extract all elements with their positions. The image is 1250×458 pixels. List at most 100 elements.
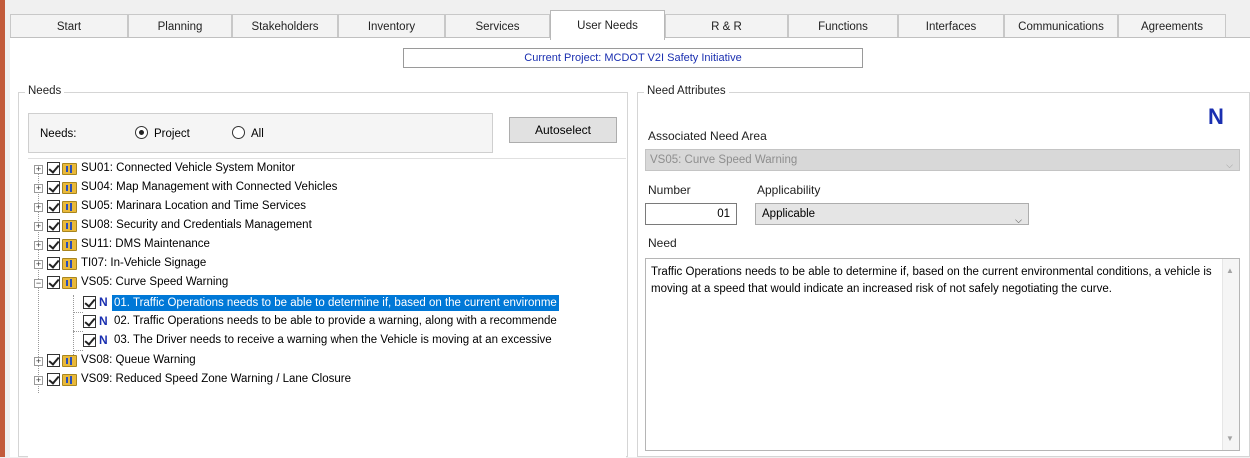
needs-tree[interactable]: + SU01: Connected Vehicle System Monitor… <box>28 158 626 458</box>
tab-stakeholders[interactable]: Stakeholders <box>232 14 338 38</box>
node-checkbox[interactable] <box>47 162 60 175</box>
tab-label: Planning <box>157 20 203 33</box>
tree-node[interactable]: − VS05: Curve Speed Warning <box>28 275 626 293</box>
node-checkbox[interactable] <box>47 181 60 194</box>
scroll-up-icon[interactable]: ▲ <box>1226 262 1234 279</box>
autoselect-button[interactable]: Autoselect <box>509 117 617 143</box>
tree-node-label: SU08: Security and Credentials Managemen… <box>81 219 312 231</box>
tab-agreements[interactable]: Agreements <box>1118 14 1226 38</box>
expand-plus-icon[interactable]: + <box>34 376 43 385</box>
tab-label: Communications <box>1018 20 1104 33</box>
number-field[interactable]: 01 <box>645 203 737 225</box>
current-project-text: Current Project: MCDOT V2I Safety Initia… <box>524 52 742 64</box>
node-checkbox[interactable] <box>47 276 60 289</box>
expand-plus-icon[interactable]: + <box>34 222 43 231</box>
tree-child-node[interactable]: N 03. The Driver needs to receive a warn… <box>28 333 626 351</box>
expand-plus-icon[interactable]: + <box>34 357 43 366</box>
scroll-down-icon[interactable]: ▼ <box>1226 430 1234 447</box>
node-checkbox[interactable] <box>83 315 96 328</box>
tab-services[interactable]: Services <box>445 14 550 38</box>
tree-node[interactable]: + SU05: Marinara Location and Time Servi… <box>28 199 626 217</box>
number-value: 01 <box>717 208 730 220</box>
collapse-minus-icon[interactable]: − <box>34 279 43 288</box>
node-checkbox[interactable] <box>47 354 60 367</box>
associated-need-area-label: Associated Need Area <box>648 129 767 143</box>
node-checkbox[interactable] <box>47 219 60 232</box>
window-accent-bar <box>0 0 5 457</box>
node-checkbox[interactable] <box>47 200 60 213</box>
tree-child-node[interactable]: N 01. Traffic Operations needs to be abl… <box>28 295 626 313</box>
node-checkbox[interactable] <box>83 296 96 309</box>
node-checkbox[interactable] <box>47 257 60 270</box>
tree-node[interactable]: + TI07: In-Vehicle Signage <box>28 256 626 274</box>
node-checkbox[interactable] <box>83 334 96 347</box>
tab-user-needs[interactable]: User Needs <box>550 10 665 40</box>
need-text: Traffic Operations needs to be able to d… <box>651 266 1212 295</box>
tree-node[interactable]: + SU08: Security and Credentials Managem… <box>28 218 626 236</box>
applicability-label: Applicability <box>757 183 821 197</box>
tab-label: Agreements <box>1140 20 1203 33</box>
tree-node-label: 03. The Driver needs to receive a warnin… <box>114 334 552 346</box>
tab-label: Services <box>475 20 520 33</box>
need-item-icon: N <box>99 295 108 309</box>
needs-group-title: Needs <box>25 85 65 97</box>
tree-node-label: SU11: DMS Maintenance <box>81 238 210 250</box>
associated-need-area-select: VS05: Curve Speed Warning ⌵ <box>645 149 1240 171</box>
need-area-folder-icon <box>62 220 77 232</box>
need-area-folder-icon <box>62 258 77 270</box>
expand-plus-icon[interactable]: + <box>34 260 43 269</box>
need-area-folder-icon <box>62 277 77 289</box>
need-item-icon: N <box>99 314 108 328</box>
radio-project[interactable] <box>135 126 148 139</box>
number-label: Number <box>648 183 691 197</box>
tab-inventory[interactable]: Inventory <box>338 14 445 38</box>
expand-plus-icon[interactable]: + <box>34 241 43 250</box>
need-area-folder-icon <box>62 182 77 194</box>
node-checkbox[interactable] <box>47 238 60 251</box>
radio-project-label: Project <box>154 128 190 140</box>
tab-interfaces[interactable]: Interfaces <box>898 14 1004 38</box>
tab-label: Functions <box>818 20 868 33</box>
need-attributes-title: Need Attributes <box>644 85 729 97</box>
need-text-area[interactable]: Traffic Operations needs to be able to d… <box>645 258 1240 451</box>
need-text-scrollbar[interactable]: ▲ ▼ <box>1222 259 1239 450</box>
tree-node[interactable]: + VS09: Reduced Speed Zone Warning / Lan… <box>28 372 626 390</box>
need-item-icon: N <box>99 333 108 347</box>
tab-label: Stakeholders <box>251 20 319 33</box>
expand-plus-icon[interactable]: + <box>34 165 43 174</box>
need-area-folder-icon <box>62 163 77 175</box>
need-area-folder-icon <box>62 201 77 213</box>
tree-node[interactable]: + SU01: Connected Vehicle System Monitor <box>28 161 626 179</box>
need-area-folder-icon <box>62 374 77 386</box>
need-area-folder-icon <box>62 239 77 251</box>
tab-label: User Needs <box>577 19 638 32</box>
tab-strip: Start Planning Stakeholders Inventory Se… <box>10 10 1250 40</box>
autoselect-label: Autoselect <box>534 123 592 137</box>
node-checkbox[interactable] <box>47 373 60 386</box>
need-area-folder-icon <box>62 355 77 367</box>
chevron-down-icon: ⌵ <box>1226 160 1233 170</box>
tree-node-label: SU01: Connected Vehicle System Monitor <box>81 162 296 174</box>
tab-label: Interfaces <box>925 20 977 33</box>
radio-all[interactable] <box>232 126 245 139</box>
tree-node-label: TI07: In-Vehicle Signage <box>81 257 207 269</box>
tree-node[interactable]: + VS08: Queue Warning <box>28 353 626 371</box>
tab-communications[interactable]: Communications <box>1004 14 1118 38</box>
applicability-select[interactable]: Applicable ⌵ <box>755 203 1029 225</box>
expand-plus-icon[interactable]: + <box>34 203 43 212</box>
tree-node-label: SU05: Marinara Location and Time Service… <box>81 200 306 212</box>
associated-need-area-value: VS05: Curve Speed Warning <box>650 154 798 166</box>
tree-node[interactable]: + SU11: DMS Maintenance <box>28 237 626 255</box>
tree-node-label: VS05: Curve Speed Warning <box>81 276 229 288</box>
need-label: Need <box>648 236 677 250</box>
needs-filter-box: Needs: Project All <box>28 113 493 153</box>
tab-r-and-r[interactable]: R & R <box>665 14 788 38</box>
tab-functions[interactable]: Functions <box>788 14 898 38</box>
needs-filter-label: Needs: <box>40 128 77 140</box>
expand-plus-icon[interactable]: + <box>34 184 43 193</box>
tab-start[interactable]: Start <box>10 14 128 38</box>
tree-child-node[interactable]: N 02. Traffic Operations needs to be abl… <box>28 314 626 332</box>
tab-planning[interactable]: Planning <box>128 14 232 38</box>
radio-all-label: All <box>251 128 264 140</box>
tree-node[interactable]: + SU04: Map Management with Connected Ve… <box>28 180 626 198</box>
